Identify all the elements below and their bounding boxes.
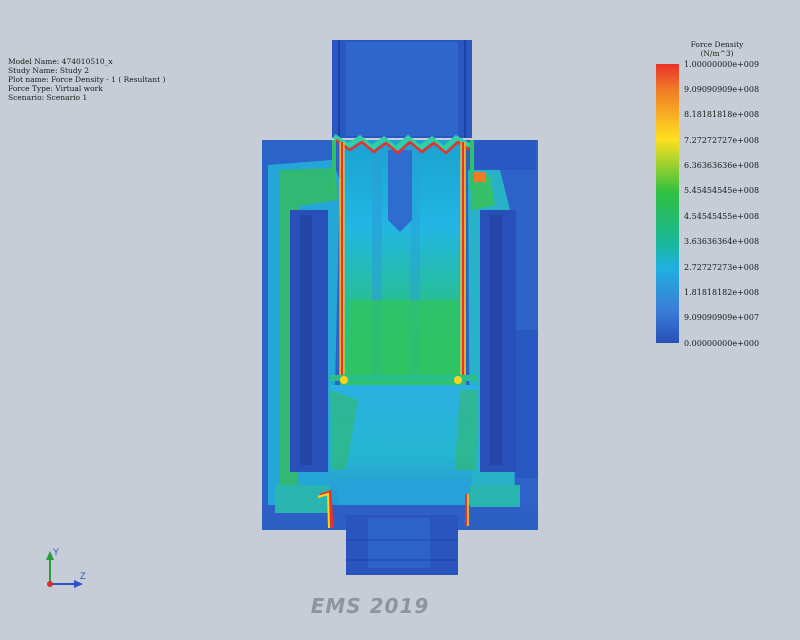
legend-tick: 6.36363636e+008 bbox=[684, 161, 760, 170]
legend-tick: 4.54545455e+008 bbox=[684, 212, 760, 221]
watermark: EMS 2019 bbox=[310, 594, 430, 618]
legend-tick: 5.45454545e+008 bbox=[684, 186, 760, 195]
force-density-contour-plot[interactable] bbox=[0, 0, 800, 640]
legend-tick: 1.00000000e+009 bbox=[684, 60, 760, 69]
legend-unit-text: (N/m^3) bbox=[700, 49, 734, 58]
z-axis-label: Z bbox=[80, 571, 86, 581]
axis-triad: Y Z bbox=[46, 547, 86, 588]
model-top-tube-inner bbox=[346, 42, 458, 136]
y-axis-label: Y bbox=[53, 547, 59, 557]
x-axis-dot bbox=[47, 581, 53, 587]
legend-tick: 9.09090909e+008 bbox=[684, 85, 760, 94]
legend-tick: 7.27272727e+008 bbox=[684, 136, 760, 145]
legend-title-text: Force Density bbox=[690, 40, 744, 49]
legend-tick: 9.09090909e+007 bbox=[684, 313, 760, 322]
legend-tick: 3.63636364e+008 bbox=[684, 237, 760, 246]
legend-tick: 1.81818182e+008 bbox=[684, 288, 760, 297]
legend-tick: 0.00000000e+000 bbox=[684, 339, 760, 348]
legend-tick: 2.72727273e+008 bbox=[684, 263, 760, 272]
legend-tick: 8.18181818e+008 bbox=[684, 110, 760, 119]
legend-color-bar bbox=[656, 64, 679, 343]
legend-title: Force Density (N/m^3) bbox=[672, 40, 762, 58]
